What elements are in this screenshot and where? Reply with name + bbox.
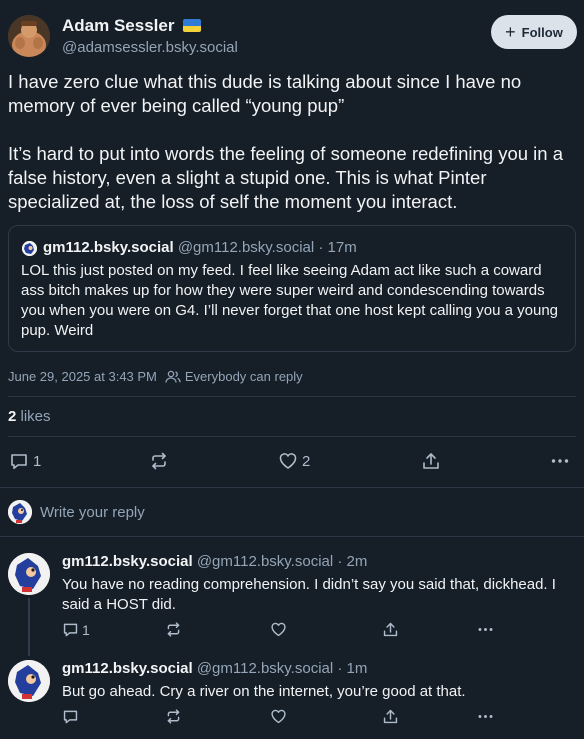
reply-time: · 1m <box>337 660 368 677</box>
ukraine-flag-icon <box>183 19 202 32</box>
repost-icon <box>167 709 180 724</box>
reply-like-button[interactable] <box>270 621 287 638</box>
reply-setting-label: Everybody can reply <box>184 369 303 384</box>
post-paragraph: It’s hard to put into words the feeling … <box>8 143 564 212</box>
quote-text: LOL this just posted on my feed. I feel … <box>21 262 558 339</box>
more-button[interactable] <box>550 451 570 471</box>
post-meta: June 29, 2025 at 3:43 PM Everybody can r… <box>8 369 303 384</box>
reply-input[interactable]: Write your reply <box>40 504 145 521</box>
follow-label: Follow <box>521 24 563 40</box>
more-icon <box>551 459 569 463</box>
reply-button[interactable]: 1 <box>9 451 41 471</box>
reply-text: You have no reading comprehension. I did… <box>62 576 556 613</box>
likes-number: 2 <box>8 408 17 425</box>
quote-time: · 17m <box>318 239 357 256</box>
quote-avatar[interactable] <box>22 241 37 256</box>
current-user-avatar <box>8 500 32 524</box>
reply-more-button[interactable] <box>477 708 494 725</box>
reply-header: gm112.bsky.social @gm112.bsky.social · 1… <box>62 660 367 677</box>
quote-author-handle[interactable]: @gm112.bsky.social <box>178 239 314 256</box>
heart-icon <box>279 453 297 469</box>
follow-button[interactable]: + Follow <box>491 15 577 49</box>
reply-repost-button[interactable] <box>165 708 182 725</box>
likes-label: likes <box>20 408 51 425</box>
reply-header: gm112.bsky.social @gm112.bsky.social · 2… <box>62 553 367 570</box>
heart-icon <box>271 709 286 724</box>
share-icon <box>383 709 398 724</box>
reply-share-button[interactable] <box>382 708 399 725</box>
repost-icon <box>152 452 166 470</box>
reply-icon <box>11 454 27 469</box>
reply-share-button[interactable] <box>382 621 399 638</box>
like-button[interactable]: 2 <box>278 451 310 471</box>
divider <box>8 436 576 437</box>
author-handle[interactable]: @adamsessler.bsky.social <box>62 39 238 56</box>
author-avatar[interactable] <box>8 15 50 57</box>
thread-line <box>28 598 30 656</box>
share-button[interactable] <box>421 451 441 471</box>
post-timestamp: June 29, 2025 at 3:43 PM <box>8 369 157 384</box>
author-name[interactable]: Adam Sessler <box>62 16 202 36</box>
heart-icon <box>271 622 286 637</box>
more-icon <box>478 628 493 631</box>
reply-author-handle[interactable]: @gm112.bsky.social <box>197 660 333 677</box>
plus-icon: + <box>505 21 516 42</box>
reply-avatar[interactable] <box>8 553 50 595</box>
reply-more-button[interactable] <box>477 621 494 638</box>
like-count: 2 <box>302 452 311 470</box>
reply-author-handle[interactable]: @gm112.bsky.social <box>197 553 333 570</box>
share-icon <box>423 453 439 469</box>
divider <box>0 487 584 488</box>
reply-reply-button[interactable] <box>62 708 79 725</box>
quoted-post[interactable]: gm112.bsky.social @gm112.bsky.social · 1… <box>8 225 576 352</box>
more-icon <box>478 715 493 718</box>
reply-avatar[interactable] <box>8 660 50 702</box>
reply-reply-count: 1 <box>82 621 90 638</box>
likes-count[interactable]: 2 likes <box>8 408 51 425</box>
reply-author-name[interactable]: gm112.bsky.social <box>62 660 193 677</box>
reply-time: · 2m <box>337 553 368 570</box>
repost-icon <box>167 622 180 637</box>
post-text: I have zero clue what this dude is talki… <box>8 70 574 238</box>
divider <box>8 396 576 397</box>
reply-like-button[interactable] <box>270 708 287 725</box>
reply-text: But go ahead. Cry a river on the interne… <box>62 683 466 700</box>
share-icon <box>383 622 398 637</box>
quote-author-name[interactable]: gm112.bsky.social <box>43 239 174 256</box>
post-paragraph: I have zero clue what this dude is talki… <box>8 71 522 116</box>
reply-icon <box>63 710 78 724</box>
divider <box>0 536 584 537</box>
reply-author-name[interactable]: gm112.bsky.social <box>62 553 193 570</box>
reply-repost-button[interactable] <box>165 621 182 638</box>
reply-reply-button[interactable]: 1 <box>62 621 90 638</box>
author-name-text[interactable]: Adam Sessler <box>62 16 174 35</box>
reply-icon <box>63 623 78 637</box>
people-icon <box>165 370 181 383</box>
reply-setting[interactable]: Everybody can reply <box>165 369 303 384</box>
reply-count: 1 <box>33 452 42 470</box>
quote-header: gm112.bsky.social @gm112.bsky.social · 1… <box>43 239 357 256</box>
repost-button[interactable] <box>149 451 169 471</box>
